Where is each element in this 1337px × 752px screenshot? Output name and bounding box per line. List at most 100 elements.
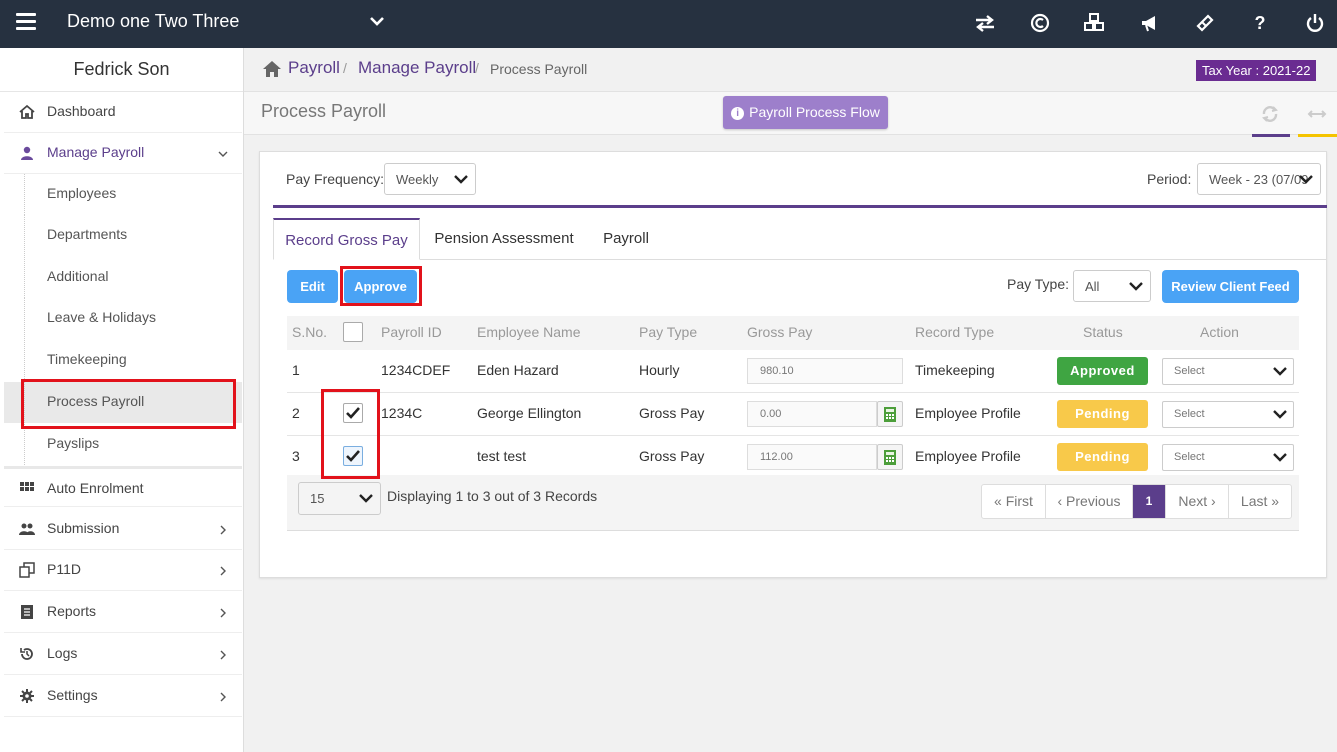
ticket-icon[interactable]: [1194, 12, 1216, 34]
gross-pay-input[interactable]: 112.00: [747, 444, 877, 470]
calculator-button[interactable]: [877, 401, 903, 427]
action-select[interactable]: Select: [1162, 358, 1294, 385]
cell-record-type: Timekeeping: [915, 362, 995, 378]
last-page-button[interactable]: Last »: [1229, 485, 1291, 518]
cubes-icon[interactable]: [1083, 12, 1105, 34]
page-title: Process Payroll: [261, 101, 387, 121]
pay-frequency-value: Weekly: [396, 172, 439, 187]
user-name: Fedrick Son: [0, 48, 243, 92]
chevron-right-icon: [220, 692, 226, 702]
payroll-process-flow-button[interactable]: i Payroll Process Flow: [723, 96, 888, 129]
sidebar-item-logs[interactable]: Logs: [4, 634, 242, 675]
tab-payroll[interactable]: Payroll: [591, 218, 661, 260]
megaphone-icon[interactable]: [1139, 12, 1161, 34]
chevron-down-icon: [1273, 367, 1287, 376]
pay-type-label: Pay Type:: [1007, 276, 1070, 292]
user-icon: [21, 146, 33, 160]
home-icon: [19, 104, 35, 119]
select-all-checkbox[interactable]: [343, 322, 363, 342]
company-name[interactable]: Demo one Two Three: [67, 11, 239, 32]
page-size-select[interactable]: 15: [298, 482, 381, 515]
switch-icon[interactable]: [974, 12, 996, 34]
cell-employee-name: test test: [477, 448, 527, 464]
next-page-button[interactable]: Next ›: [1166, 485, 1229, 518]
calculator-button[interactable]: [877, 444, 903, 470]
chevron-right-icon: [220, 650, 226, 660]
action-select-value: Select: [1174, 365, 1205, 377]
cell-pay-type: Gross Pay: [639, 448, 705, 464]
sidebar-item-settings[interactable]: Settings: [4, 676, 242, 717]
cell-pay-type: Hourly: [639, 362, 680, 378]
page-size-value: 15: [310, 491, 325, 506]
cell-record-type: Employee Profile: [915, 448, 1021, 464]
menu-icon[interactable]: [16, 13, 36, 31]
action-select-value: Select: [1174, 451, 1205, 463]
refresh-underline: [1252, 134, 1290, 137]
breadcrumb-payroll[interactable]: Payroll: [288, 58, 340, 78]
column-header: Pay Type: [639, 324, 698, 340]
period-value: Week - 23 (07/09: [1209, 172, 1309, 187]
column-header: Gross Pay: [747, 324, 813, 340]
sidebar-subitem-timekeeping[interactable]: Timekeeping: [4, 340, 242, 381]
sidebar-item-reports[interactable]: Reports: [4, 592, 242, 633]
status-badge: Pending: [1057, 400, 1148, 428]
home-icon[interactable]: [262, 60, 282, 78]
sidebar-item-manage-payroll[interactable]: Manage Payroll: [4, 133, 242, 174]
column-header: S.No.: [292, 324, 328, 340]
action-select[interactable]: Select: [1162, 401, 1294, 428]
sidebar-item-dashboard[interactable]: Dashboard: [4, 92, 242, 133]
refresh-icon[interactable]: [1260, 105, 1280, 123]
page-1-button[interactable]: 1: [1133, 485, 1166, 518]
sidebar-subitem-additional[interactable]: Additional: [4, 257, 242, 298]
section-divider: [273, 205, 1327, 208]
first-page-button[interactable]: « First: [982, 485, 1046, 518]
sidebar-subitem-employees[interactable]: Employees: [4, 174, 242, 215]
flow-button-label: Payroll Process Flow: [749, 104, 880, 120]
pay-frequency-select[interactable]: Weekly: [384, 163, 476, 195]
page-header: Process Payroll i Payroll Process Flow: [244, 91, 1337, 135]
column-header: Payroll ID: [381, 324, 442, 340]
sidebar-subitem-leave-holidays[interactable]: Leave & Holidays: [4, 298, 242, 339]
chevron-right-icon: [220, 608, 226, 618]
breadcrumb-manage-payroll[interactable]: Manage Payroll: [358, 58, 476, 78]
records-summary: Displaying 1 to 3 out of 3 Records: [387, 488, 598, 504]
chevron-down-icon: [1273, 410, 1287, 419]
sidebar-item-p11d[interactable]: P11D: [4, 550, 242, 591]
info-icon: i: [731, 107, 745, 120]
highlight-process-payroll: [21, 379, 236, 429]
top-navbar: Demo one Two Three ?: [0, 0, 1337, 48]
gross-pay-input[interactable]: 980.10: [747, 358, 903, 384]
expand-underline: [1298, 134, 1337, 137]
currency-icon[interactable]: [1029, 12, 1051, 34]
gross-pay-input[interactable]: 0.00: [747, 401, 877, 427]
chevron-down-icon[interactable]: [368, 12, 386, 30]
review-client-feed-button[interactable]: Review Client Feed: [1162, 270, 1299, 303]
column-header: Status: [1083, 324, 1123, 340]
column-header: Record Type: [915, 324, 995, 340]
edit-button[interactable]: Edit: [287, 270, 338, 303]
sidebar-subitem-payslips[interactable]: Payslips: [4, 424, 242, 465]
previous-page-button[interactable]: ‹ Previous: [1046, 485, 1133, 518]
help-icon[interactable]: ?: [1249, 12, 1271, 34]
cell-payroll-id: 1234C: [381, 405, 423, 421]
sidebar-item-label: Logs: [47, 645, 78, 661]
status-badge: Approved: [1057, 357, 1148, 385]
tab-pension-assessment[interactable]: Pension Assessment: [424, 218, 584, 260]
sidebar-subitem-label: Leave & Holidays: [47, 309, 156, 325]
power-icon[interactable]: [1304, 12, 1326, 34]
column-header: Action: [1200, 324, 1239, 340]
tab-record-gross-pay[interactable]: Record Gross Pay: [273, 218, 420, 260]
pay-type-select[interactable]: All: [1073, 270, 1151, 302]
expand-horizontal-icon[interactable]: [1307, 105, 1327, 123]
highlight-approve-button: [340, 266, 422, 306]
chevron-down-icon: [359, 494, 373, 503]
sidebar-item-auto-enrolment[interactable]: Auto Enrolment: [4, 466, 242, 507]
breadcrumb-separator: /: [475, 60, 479, 76]
sidebar-subitem-departments[interactable]: Departments: [4, 215, 242, 256]
table-header: S.No. Payroll ID Employee Name Pay Type …: [287, 316, 1299, 350]
sidebar-item-submission[interactable]: Submission: [4, 509, 242, 550]
period-select[interactable]: Week - 23 (07/09: [1197, 163, 1321, 195]
sidebar-item-label: P11D: [47, 561, 81, 577]
tax-year-badge: Tax Year : 2021-22: [1196, 60, 1317, 81]
action-select[interactable]: Select: [1162, 444, 1294, 471]
